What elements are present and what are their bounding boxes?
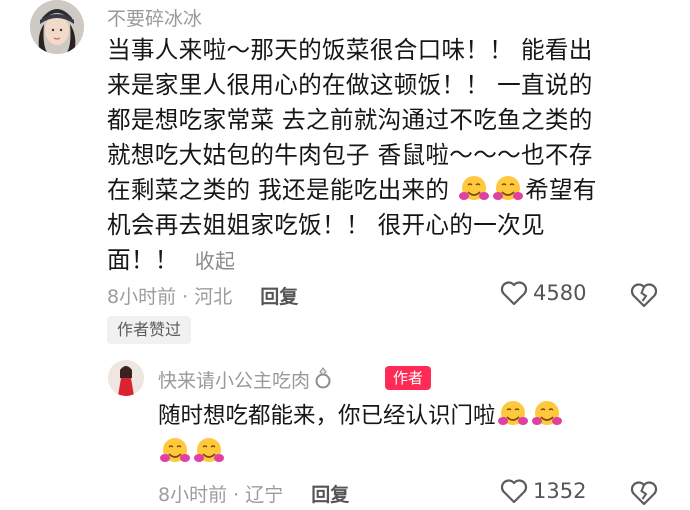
author-badge: 作者 (385, 366, 432, 390)
like-count: 4580 (533, 281, 587, 305)
comment-line: 来是家里人很用心的在做这顿饭！！ 一直说的 (107, 71, 593, 99)
like-count: 1352 (533, 479, 587, 503)
author-liked-badge: 作者赞过 (107, 316, 192, 344)
hugging-face-emoji (194, 438, 224, 462)
collapse-button[interactable]: 收起 (195, 249, 236, 273)
hugging-face-emoji (497, 401, 528, 425)
hugging-face-emoji (531, 401, 562, 425)
heart-outline-icon (500, 281, 528, 306)
reply-username[interactable]: 快来请小公主吃肉 (158, 366, 336, 393)
comment-line: 当事人来啦～那天的饭菜很合口味！！ 能看出 (107, 36, 593, 64)
avatar-image (30, 0, 84, 54)
comment-text: 当事人来啦～那天的饭菜很合口味！！ 能看出 来是家里人很用心的在做这顿饭！！ 一… (107, 33, 667, 279)
reply-meta: 8小时前 · 辽宁 回复 (158, 480, 349, 507)
reply-button[interactable]: 回复 (260, 286, 298, 308)
dislike-button[interactable] (630, 282, 658, 312)
broken-heart-icon (630, 283, 658, 308)
reply-text: 随时想吃都能来，你已经认识门啦 (158, 398, 658, 472)
time-location: 8小时前 · 辽宁 (158, 484, 284, 506)
comment-line: 面！！ (107, 246, 179, 274)
comment-line: 希望有 (525, 176, 597, 204)
hugging-face-emoji (459, 176, 490, 200)
broken-heart-icon (630, 481, 658, 506)
reply-button[interactable]: 回复 (311, 484, 349, 506)
comment-line: 机会再去姐姐家吃饭！！ 很开心的一次见 (107, 211, 545, 239)
hugging-face-emoji (160, 438, 190, 462)
like-button[interactable]: 4580 (500, 280, 586, 306)
diamond-ring-icon (315, 367, 331, 389)
comment-line: 在剩菜之类的 我还是能吃出来的 (107, 176, 450, 204)
time-location: 8小时前 · 河北 (107, 286, 233, 308)
avatar-image (108, 360, 144, 396)
comment-meta: 8小时前 · 河北 回复 (107, 282, 298, 309)
dislike-button[interactable] (630, 480, 658, 510)
comment-line: 都是想吃家常菜 去之前就沟通过不吃鱼之类的 (107, 106, 593, 134)
comment-line: 就想吃大姑包的牛肉包子 香鼠啦～～～也不存 (107, 141, 593, 169)
comment-username[interactable]: 不要碎冰冰 (107, 4, 202, 31)
reply-text-content: 随时想吃都能来，你已经认识门啦 (158, 403, 496, 429)
avatar[interactable] (30, 0, 84, 54)
heart-outline-icon (500, 479, 528, 504)
avatar[interactable] (108, 360, 144, 396)
reply-username-text: 快来请小公主吃肉 (158, 370, 311, 392)
like-button[interactable]: 1352 (500, 478, 586, 504)
hugging-face-emoji (493, 176, 524, 200)
